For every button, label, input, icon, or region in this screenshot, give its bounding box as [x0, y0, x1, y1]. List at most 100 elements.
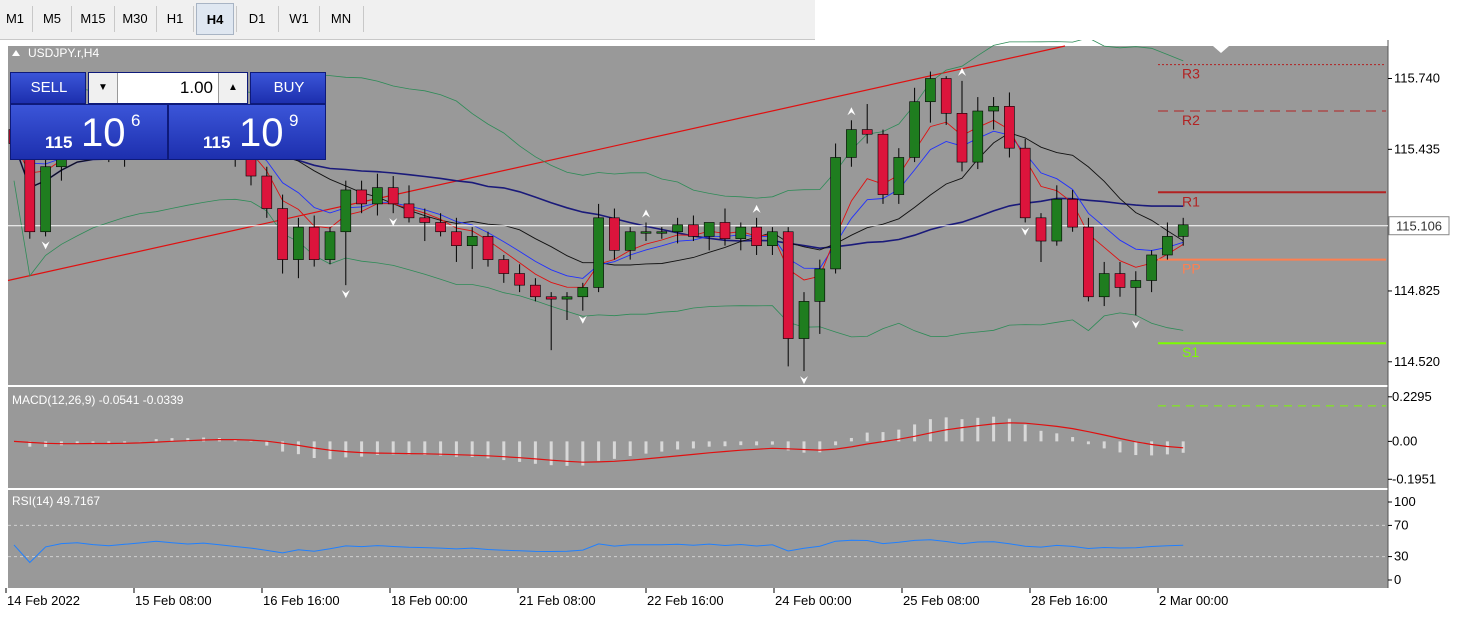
time-axis-label: 15 Feb 08:00	[135, 593, 212, 608]
time-axis-label: 24 Feb 00:00	[775, 593, 852, 608]
candle-body	[1130, 280, 1142, 288]
lot-input[interactable]: 1.00	[119, 73, 213, 103]
candle-body	[561, 296, 573, 300]
time-axis-label: 21 Feb 08:00	[519, 593, 596, 608]
buy-price-big: 115	[203, 133, 231, 152]
time-axis-label: 2 Mar 00:00	[1159, 593, 1228, 608]
candle-body	[925, 78, 936, 103]
candle-body	[877, 133, 889, 195]
macd-axis-label: 0.00	[1392, 433, 1417, 448]
candle-body	[419, 217, 431, 223]
timeframe-h1[interactable]: H1	[159, 3, 191, 35]
candle-body	[798, 301, 810, 339]
candle-body	[545, 296, 557, 300]
sell-label: SELL	[30, 79, 68, 96]
timeframe-m1[interactable]: M1	[0, 3, 30, 35]
candle-body	[1067, 198, 1078, 228]
toolbar-separator	[71, 6, 72, 32]
candle-body	[1019, 147, 1031, 219]
price-axis-label: 115.435	[1394, 141, 1440, 156]
candle-body	[593, 217, 604, 288]
time-axis-label: 28 Feb 16:00	[1031, 593, 1108, 608]
lot-increase-button[interactable]: ▲	[218, 73, 247, 103]
sell-price-button[interactable]: 115 10 6	[10, 104, 168, 160]
candle-body	[324, 231, 336, 260]
candle-body	[940, 78, 952, 114]
toolbar-separator	[32, 6, 33, 32]
lot-decrease-button[interactable]: ▼	[89, 73, 118, 103]
sell-button[interactable]: SELL	[10, 72, 86, 104]
sell-price-main: 10	[81, 111, 126, 155]
candle-body	[372, 187, 383, 205]
buy-button[interactable]: BUY	[250, 72, 326, 104]
timeframe-d1[interactable]: D1	[238, 3, 276, 35]
candle-body	[577, 287, 589, 298]
time-axis-label: 18 Feb 00:00	[391, 593, 468, 608]
symbol-label: USDJPY.r,H4	[28, 46, 99, 60]
current-price-label: 115.106	[1396, 219, 1442, 234]
toolbar-separator	[193, 6, 194, 32]
price-axis-label: 114.520	[1394, 354, 1440, 369]
candle-body	[245, 157, 257, 177]
price-axis-label: 114.825	[1394, 283, 1440, 298]
candle-body	[830, 157, 841, 270]
candle-body	[1035, 217, 1047, 242]
toolbar-separator	[363, 6, 364, 32]
candle-body	[767, 231, 778, 246]
candle-body	[387, 187, 399, 205]
candle-body	[751, 226, 762, 246]
toolbar-separator	[114, 6, 115, 32]
candle-body	[356, 189, 367, 205]
candle-body	[609, 217, 620, 251]
timeframe-toolbar: M1 M5 M15 M30 H1 H4 D1 W1 MN	[0, 0, 815, 40]
candle-body	[656, 231, 668, 234]
pivot-pp-label: PP	[1182, 261, 1201, 277]
candle-body	[1083, 226, 1094, 298]
candle-body	[688, 224, 699, 237]
lot-control: ▼ 1.00 ▲	[88, 72, 248, 104]
time-axis-area	[0, 588, 1461, 613]
candle-body	[1146, 254, 1157, 281]
pivot-r2-label: R2	[1182, 112, 1200, 128]
rsi-panel	[8, 490, 1388, 588]
time-axis-label: 25 Feb 08:00	[903, 593, 980, 608]
rsi-label: RSI(14) 49.7167	[12, 494, 100, 508]
candle-body	[719, 222, 731, 240]
toolbar-separator	[278, 6, 279, 32]
candle-body	[530, 284, 541, 298]
rsi-axis-label: 0	[1394, 572, 1401, 587]
pivot-r1-label: R1	[1182, 193, 1200, 209]
macd-panel	[8, 387, 1388, 488]
candle-body	[1051, 198, 1063, 242]
rsi-axis-label: 30	[1394, 549, 1408, 564]
rsi-axis-label: 100	[1394, 494, 1416, 509]
candle-body	[988, 106, 999, 112]
candle-body	[482, 236, 494, 260]
candle-body	[1114, 273, 1126, 288]
candle-body	[261, 175, 273, 209]
candle-body	[435, 222, 446, 233]
buy-price-main: 10	[239, 111, 284, 155]
timeframe-w1[interactable]: W1	[281, 3, 317, 35]
chevron-down-icon: ▼	[98, 82, 108, 93]
buy-price-button[interactable]: 115 10 9	[168, 104, 326, 160]
candle-body	[1098, 273, 1110, 298]
candle-body	[1004, 106, 1015, 149]
candle-body	[498, 259, 510, 274]
candle-body	[861, 129, 873, 135]
candle-body	[293, 226, 304, 260]
timeframe-h4[interactable]: H4	[196, 3, 234, 35]
timeframe-m30[interactable]: M30	[116, 3, 154, 35]
toolbar-separator	[236, 6, 237, 32]
timeframe-mn[interactable]: MN	[321, 3, 361, 35]
candle-body	[782, 231, 794, 339]
timeframe-m15[interactable]: M15	[74, 3, 112, 35]
buy-label: BUY	[273, 79, 305, 96]
sell-price-big: 115	[45, 133, 73, 152]
buy-price-sup: 9	[289, 111, 299, 130]
timeframe-m5[interactable]: M5	[35, 3, 69, 35]
time-axis-label: 22 Feb 16:00	[647, 593, 724, 608]
candle-body	[909, 101, 920, 158]
candle-body	[640, 231, 652, 234]
candle-body	[956, 113, 968, 163]
